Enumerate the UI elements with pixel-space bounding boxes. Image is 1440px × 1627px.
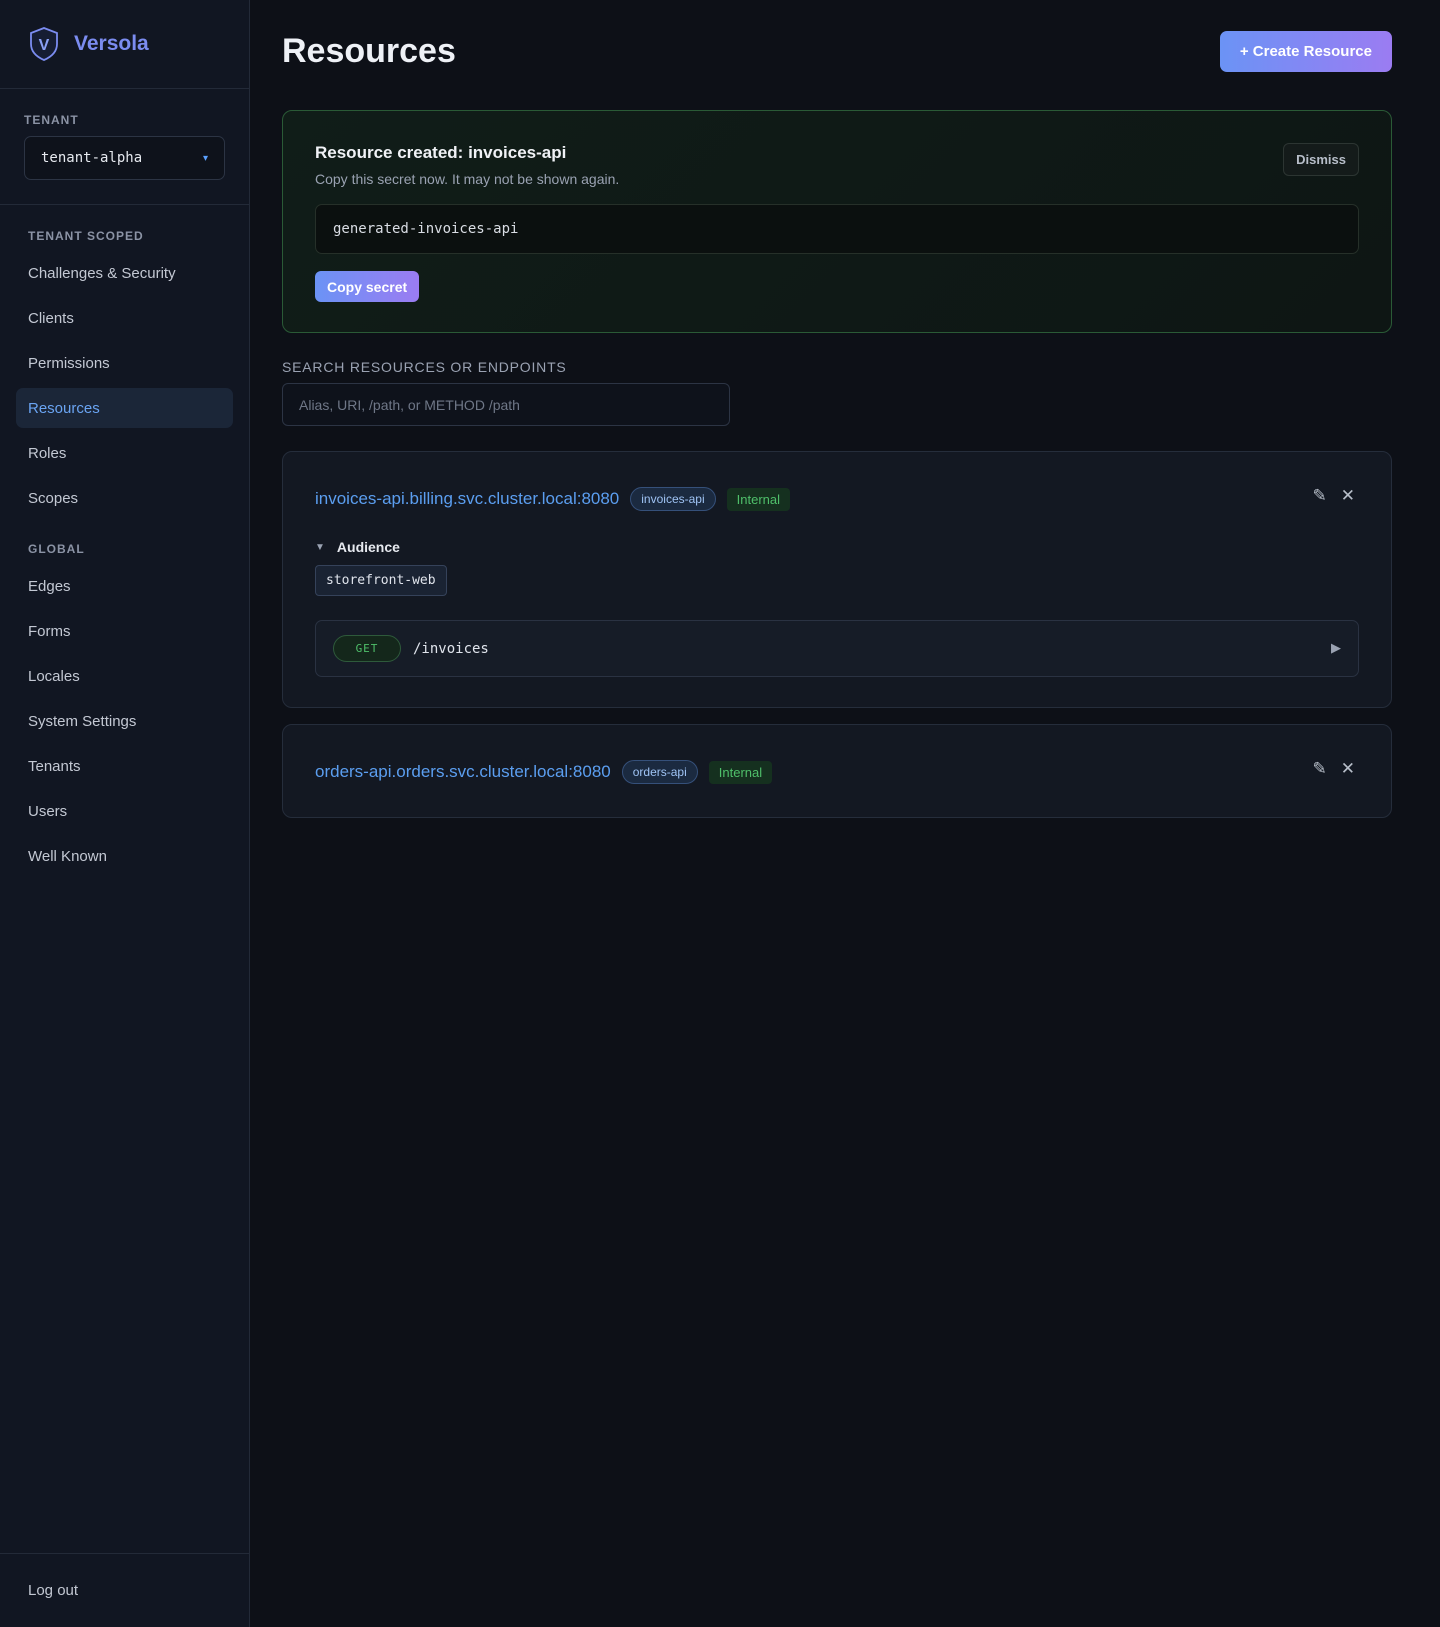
resource-card-header: orders-api.orders.svc.cluster.local:8080… xyxy=(315,725,1359,819)
sidebar-item-scopes[interactable]: Scopes xyxy=(16,478,233,518)
success-subtitle: Copy this secret now. It may not be show… xyxy=(315,171,620,187)
nav-section-global: GLOBAL xyxy=(28,542,85,556)
nav-section-tenant-scoped: TENANT SCOPED xyxy=(28,229,144,243)
sidebar-item-users[interactable]: Users xyxy=(16,791,233,831)
tenant-picker: TENANT tenant-alpha ▾ xyxy=(0,89,249,205)
visibility-badge: Internal xyxy=(708,760,773,784)
close-icon[interactable]: ✕ xyxy=(1341,760,1355,778)
sidebar-item-clients[interactable]: Clients xyxy=(16,298,233,338)
endpoint-row[interactable]: GET /invoices ▶ xyxy=(315,620,1359,677)
logo-letter: V xyxy=(39,37,50,54)
copy-secret-button[interactable]: Copy secret xyxy=(315,271,420,302)
resource-created-panel: Resource created: invoices-api Copy this… xyxy=(282,110,1392,333)
shield-logo-icon: V xyxy=(30,27,58,61)
resource-actions: ✎ ✕ xyxy=(1313,760,1356,778)
dismiss-button[interactable]: Dismiss xyxy=(1283,143,1359,176)
alias-badge: orders-api xyxy=(621,760,698,784)
brand-name: Versola xyxy=(74,32,149,55)
resource-uri-link[interactable]: orders-api.orders.svc.cluster.local:8080 xyxy=(315,762,611,782)
expand-triangle-icon[interactable]: ▶ xyxy=(1331,640,1341,656)
edit-icon[interactable]: ✎ xyxy=(1313,487,1327,505)
page-title: Resources xyxy=(282,31,456,70)
sidebar-item-forms[interactable]: Forms xyxy=(16,611,233,651)
resource-card: orders-api.orders.svc.cluster.local:8080… xyxy=(282,724,1392,818)
chevron-down-icon: ▾ xyxy=(202,152,208,164)
secret-value[interactable]: generated-invoices-api xyxy=(315,204,1359,254)
sidebar-item-tenants[interactable]: Tenants xyxy=(16,746,233,786)
resource-card: invoices-api.billing.svc.cluster.local:8… xyxy=(282,451,1392,708)
app-root: V Versola TENANT tenant-alpha ▾ TENANT S… xyxy=(0,0,1440,1627)
audience-label: Audience xyxy=(336,539,400,555)
tenant-label: TENANT xyxy=(24,113,79,127)
main-content: Resources + Create Resource Resource cre… xyxy=(250,0,1440,1627)
close-icon[interactable]: ✕ xyxy=(1341,487,1355,505)
visibility-badge: Internal xyxy=(726,487,791,511)
sidebar-item-locales[interactable]: Locales xyxy=(16,656,233,696)
sidebar-item-well-known[interactable]: Well Known xyxy=(16,836,233,876)
resource-uri-link[interactable]: invoices-api.billing.svc.cluster.local:8… xyxy=(315,489,619,509)
tenant-select-value: tenant-alpha xyxy=(41,150,143,166)
edit-icon[interactable]: ✎ xyxy=(1313,760,1327,778)
endpoint-path: /invoices xyxy=(413,640,489,657)
resource-actions: ✎ ✕ xyxy=(1313,487,1356,505)
logout-link[interactable]: Log out xyxy=(28,1582,78,1599)
success-title: Resource created: invoices-api xyxy=(315,143,567,162)
tenant-select[interactable]: tenant-alpha ▾ xyxy=(24,136,225,180)
sidebar-item-edges[interactable]: Edges xyxy=(16,566,233,606)
audience-toggle[interactable]: ▼ Audience xyxy=(315,539,1359,555)
search-label: SEARCH RESOURCES OR ENDPOINTS xyxy=(282,359,567,375)
page-header: Resources + Create Resource xyxy=(282,30,1392,72)
sidebar-item-resources[interactable]: Resources xyxy=(16,388,233,428)
audience-chip: storefront-web xyxy=(315,565,447,596)
sidebar-item-roles[interactable]: Roles xyxy=(16,433,233,473)
brand: V Versola xyxy=(0,0,249,89)
resource-card-header: invoices-api.billing.svc.cluster.local:8… xyxy=(315,452,1359,546)
alias-badge: invoices-api xyxy=(630,487,716,511)
create-resource-button[interactable]: + Create Resource xyxy=(1219,30,1392,72)
sidebar-nav: TENANT SCOPED Challenges & Security Clie… xyxy=(0,205,249,881)
collapse-triangle-icon: ▼ xyxy=(315,541,325,553)
method-badge: GET xyxy=(333,635,401,662)
sidebar: V Versola TENANT tenant-alpha ▾ TENANT S… xyxy=(0,0,250,1627)
sidebar-footer: Log out xyxy=(0,1553,249,1627)
search-input[interactable] xyxy=(282,383,730,426)
sidebar-item-permissions[interactable]: Permissions xyxy=(16,343,233,383)
sidebar-item-challenges-security[interactable]: Challenges & Security xyxy=(16,253,233,293)
sidebar-item-system-settings[interactable]: System Settings xyxy=(16,701,233,741)
